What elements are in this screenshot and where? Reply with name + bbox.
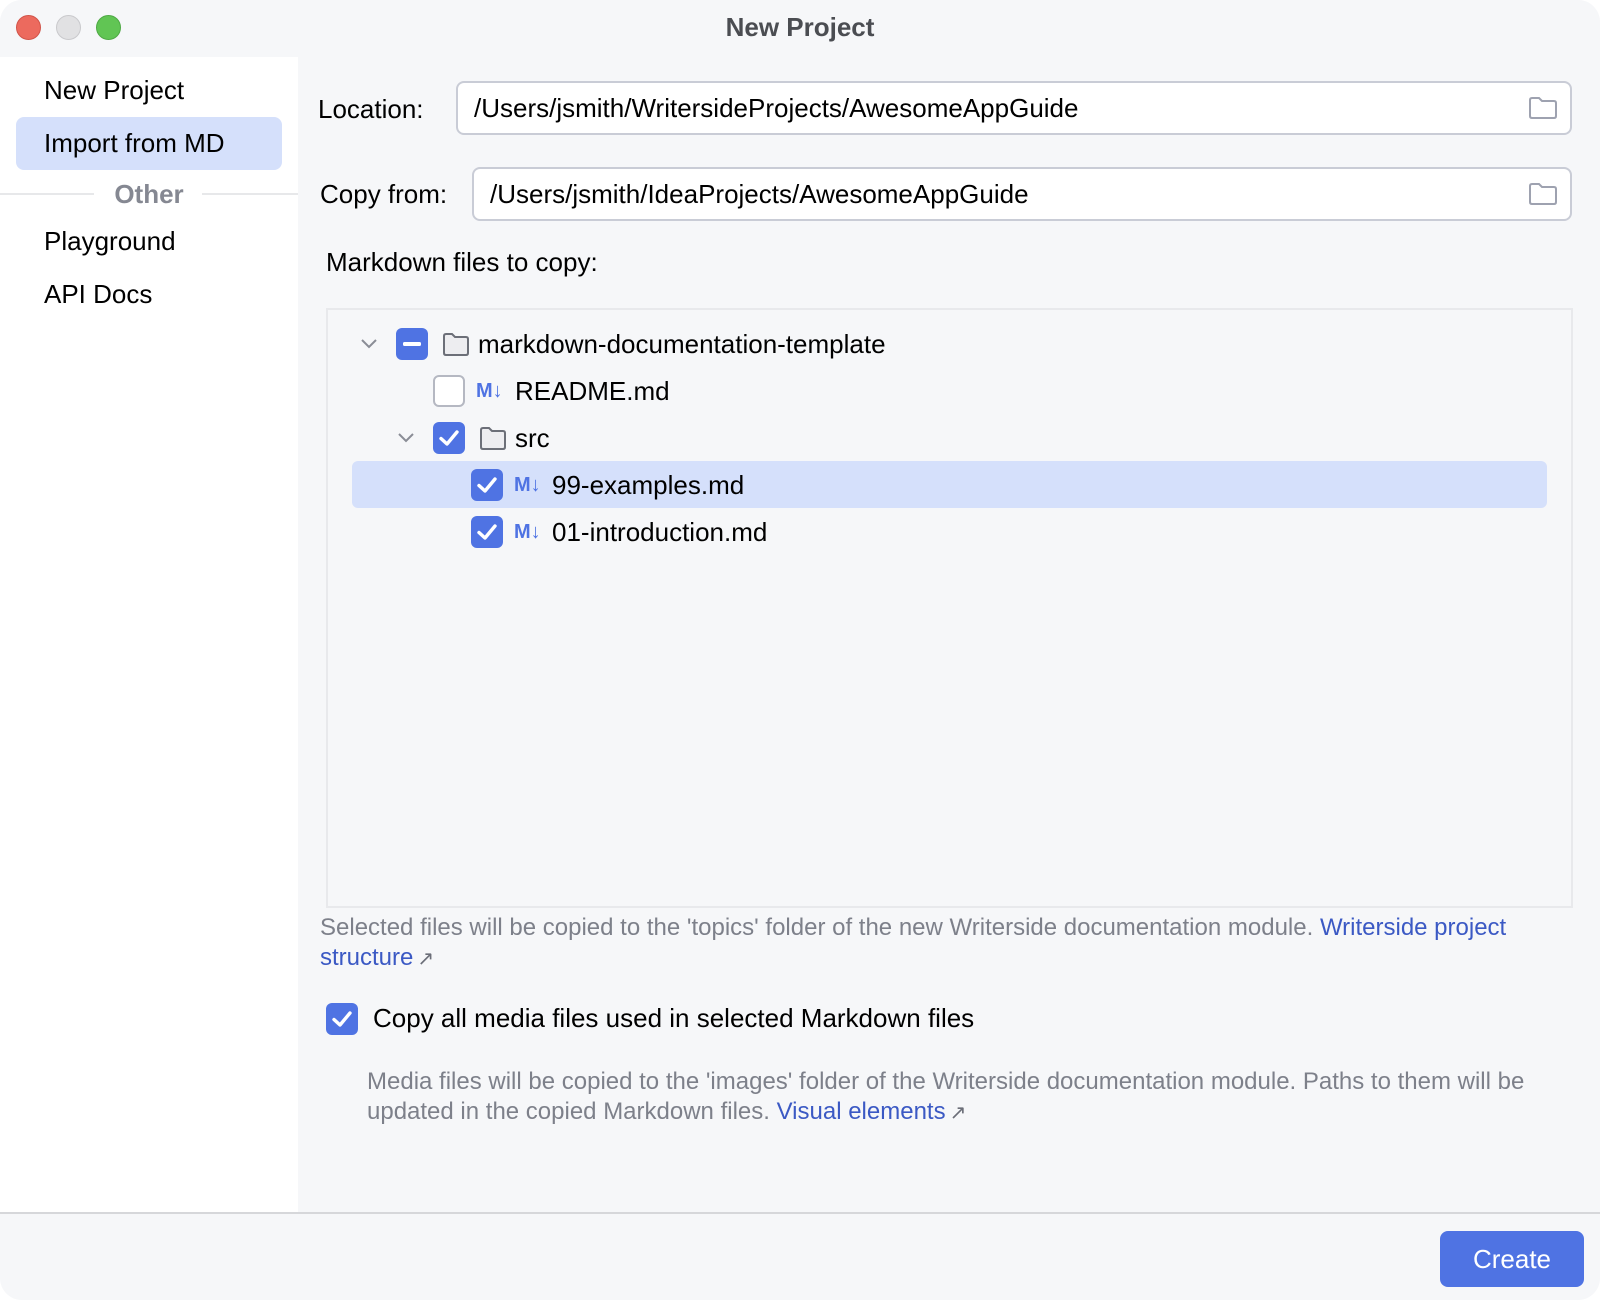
markdown-file-icon: M↓ <box>476 380 503 402</box>
divider <box>202 193 298 195</box>
checkbox-checked[interactable] <box>471 469 503 501</box>
location-field[interactable]: /Users/jsmith/WritersideProjects/Awesome… <box>456 81 1572 135</box>
sidebar-item-import-from-md[interactable]: Import from MD <box>16 117 282 170</box>
tree-item-label: 01-introduction.md <box>552 517 768 547</box>
tree-row[interactable]: M↓ 01-introduction.md <box>328 508 1571 555</box>
browse-folder-icon[interactable] <box>1528 96 1558 120</box>
checkbox-unchecked[interactable] <box>433 375 465 407</box>
media-hint: Media files will be copied to the 'image… <box>367 1067 1537 1128</box>
tree-row[interactable]: M↓ README.md <box>328 367 1571 414</box>
tree-item-label: README.md <box>515 376 670 406</box>
chevron-down-icon[interactable] <box>395 426 417 448</box>
sidebar-item-label: Import from MD <box>44 128 225 158</box>
create-button[interactable]: Create <box>1440 1231 1584 1287</box>
topics-hint: Selected files will be copied to the 'to… <box>320 913 1580 974</box>
title-bar: New Project <box>0 0 1600 57</box>
copy-media-label[interactable]: Copy all media files used in selected Ma… <box>373 1001 974 1035</box>
copy-media-checkbox[interactable] <box>326 1003 358 1035</box>
checkbox-checked[interactable] <box>471 516 503 548</box>
sidebar-group-other: Other <box>0 179 298 209</box>
visual-elements-link[interactable]: Visual elements <box>777 1098 946 1125</box>
window-title: New Project <box>725 12 875 42</box>
chevron-down-icon[interactable] <box>358 332 380 354</box>
sidebar-item-new-project[interactable]: New Project <box>16 64 282 117</box>
external-link-icon: ↗ <box>417 948 435 970</box>
tree-row[interactable]: M↓ 99-examples.md <box>328 461 1571 508</box>
check-icon <box>477 477 497 493</box>
tree-item-label: 99-examples.md <box>552 470 745 500</box>
check-icon <box>477 524 497 540</box>
new-project-dialog: New Project New Project Import from MD O… <box>0 0 1600 1300</box>
check-icon <box>332 1011 352 1027</box>
tree-row[interactable]: src <box>328 414 1571 461</box>
markdown-file-tree[interactable]: markdown-documentation-template M↓ READM… <box>326 308 1573 908</box>
sidebar-item-label: API Docs <box>44 279 153 309</box>
tree-item-label: src <box>515 423 550 453</box>
sidebar: New Project Import from MD Other Playgro… <box>0 57 298 1212</box>
topics-hint-text: Selected files will be copied to the 'to… <box>320 914 1314 941</box>
check-icon <box>439 430 459 446</box>
sidebar-item-playground[interactable]: Playground <box>16 215 282 268</box>
dialog-footer: Create <box>0 1212 1600 1300</box>
location-label: Location: <box>318 94 424 124</box>
tree-row[interactable]: markdown-documentation-template <box>328 320 1571 367</box>
markdown-file-icon: M↓ <box>514 521 541 543</box>
main-panel: Location: /Users/jsmith/WritersideProjec… <box>298 57 1600 1212</box>
checkbox-checked[interactable] <box>433 422 465 454</box>
sidebar-item-api-docs[interactable]: API Docs <box>16 268 282 321</box>
external-link-icon: ↗ <box>949 1102 967 1124</box>
tree-item-label: markdown-documentation-template <box>478 329 886 359</box>
checkbox-partial[interactable] <box>396 328 428 360</box>
folder-icon <box>480 427 506 450</box>
copy-from-value: /Users/jsmith/IdeaProjects/AwesomeAppGui… <box>490 179 1029 209</box>
markdown-files-label: Markdown files to copy: <box>326 247 598 277</box>
location-value: /Users/jsmith/WritersideProjects/Awesome… <box>474 93 1079 123</box>
browse-folder-icon[interactable] <box>1528 182 1558 206</box>
minus-icon <box>403 342 421 346</box>
markdown-file-icon: M↓ <box>514 474 541 496</box>
sidebar-item-label: Playground <box>44 226 176 256</box>
copy-from-field[interactable]: /Users/jsmith/IdeaProjects/AwesomeAppGui… <box>472 167 1572 221</box>
folder-icon <box>443 333 469 356</box>
copy-from-label: Copy from: <box>320 179 448 209</box>
sidebar-item-label: New Project <box>44 75 185 105</box>
